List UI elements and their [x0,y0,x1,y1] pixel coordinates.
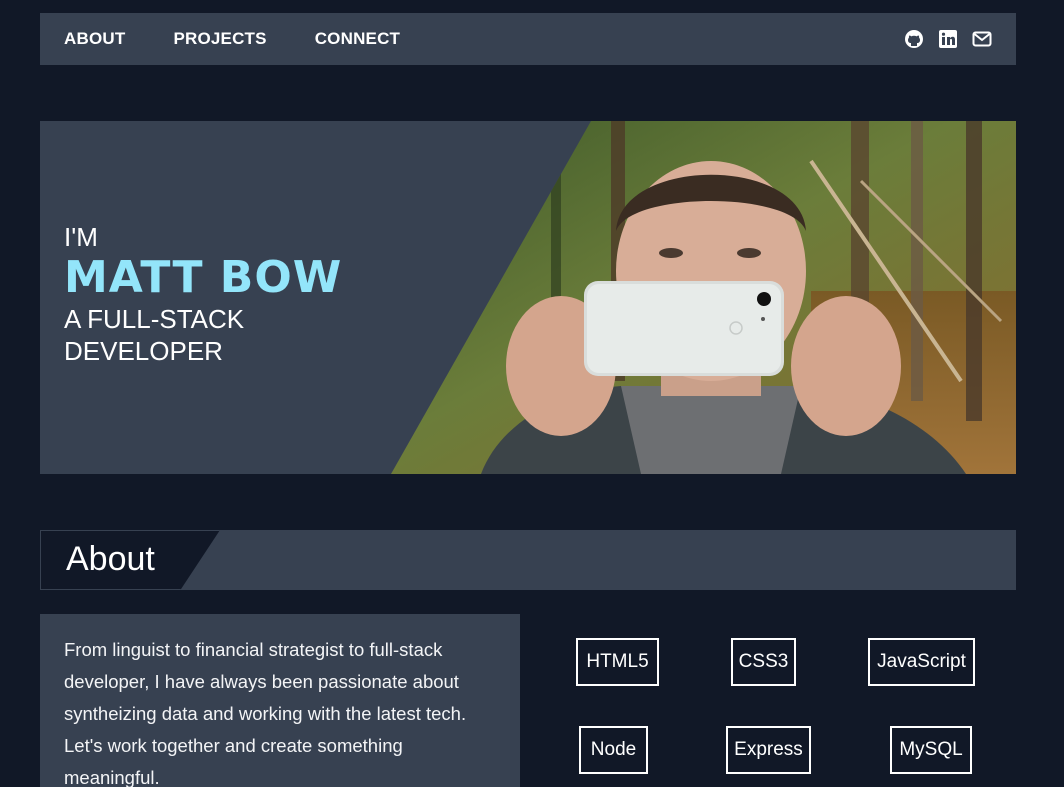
github-icon[interactable] [904,29,924,49]
section-title: About [66,540,155,578]
hero-banner: I'M MATT BOW A FULL-STACK DEVELOPER [40,121,1016,474]
nav-link-projects[interactable]: PROJECTS [173,29,266,49]
hero-role-line1: A FULL-STACK [64,304,245,334]
hero-intro: I'M [64,222,98,252]
skill-badge: Node [579,726,648,774]
hero-text: I'M MATT BOW A FULL-STACK DEVELOPER [64,221,384,367]
skill-badge: CSS3 [731,638,796,686]
hero-name: MATT BOW [64,252,343,303]
hero-role-line2: DEVELOPER [64,336,223,366]
top-nav: ABOUT PROJECTS CONNECT [40,13,1016,65]
hero-photo [391,121,1016,474]
nav-link-about[interactable]: ABOUT [64,29,125,49]
mail-icon[interactable] [972,29,992,49]
skill-badge: HTML5 [576,638,659,686]
skill-badge: Express [726,726,811,774]
about-card: From linguist to financial strategist to… [40,614,520,787]
about-text: From linguist to financial strategist to… [64,639,467,787]
social-icons [904,29,992,49]
skill-badge: MySQL [890,726,972,774]
skill-badge: JavaScript [868,638,975,686]
nav-link-connect[interactable]: CONNECT [315,29,400,49]
linkedin-icon[interactable] [938,29,958,49]
about-section-header: About [40,530,1016,590]
